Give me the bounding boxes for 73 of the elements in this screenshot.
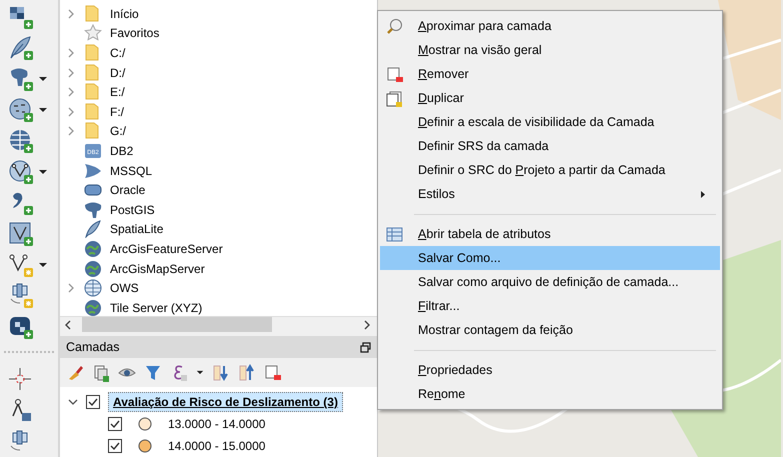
menu-item[interactable]: Salvar como arquivo de definição de camada... xyxy=(380,270,720,294)
checker-plus-icon[interactable] xyxy=(8,314,34,340)
menu-item[interactable]: Duplicar xyxy=(380,86,720,110)
elephant-icon xyxy=(84,200,102,219)
globe-plus-icon[interactable] xyxy=(8,159,34,186)
pipe-star-icon[interactable] xyxy=(8,283,34,310)
grid-plus-icon[interactable] xyxy=(8,4,34,30)
browser-item[interactable]: PostGIS xyxy=(110,200,155,219)
crosshair-icon[interactable] xyxy=(8,366,34,393)
scrollbar-thumb[interactable] xyxy=(82,317,272,332)
dropdown-arrow-icon[interactable] xyxy=(196,370,204,376)
legend-label: 13.0000 - 14.0000 xyxy=(168,416,266,433)
menu-item[interactable]: Definir o SRC do Projeto a partir da Camada xyxy=(380,158,720,182)
zoom-icon xyxy=(386,18,403,35)
globe-icon xyxy=(84,279,102,298)
float-window-icon[interactable] xyxy=(360,342,371,353)
browser-item[interactable]: DB2 xyxy=(110,142,134,160)
browser-item[interactable]: D:/ xyxy=(110,64,126,82)
duplicate-icon xyxy=(386,90,403,107)
browser-item[interactable]: Início xyxy=(110,4,139,23)
browser-item[interactable]: Oracle xyxy=(110,181,146,200)
menu-item[interactable]: Renome xyxy=(380,382,720,406)
table-icon xyxy=(386,226,403,243)
dropdown-arrow-icon[interactable] xyxy=(38,76,48,82)
menu-item[interactable]: Propriedades xyxy=(380,358,720,382)
vertex-star-icon[interactable] xyxy=(8,252,34,278)
earth-icon xyxy=(84,240,102,258)
menu-item[interactable]: Aproximar para camada xyxy=(380,14,720,38)
remove-icon[interactable] xyxy=(264,364,282,382)
menu-item[interactable]: Remover xyxy=(380,62,720,86)
menu-item[interactable]: Filtrar... xyxy=(380,294,720,318)
dropdown-arrow-icon[interactable] xyxy=(38,107,48,114)
menu-item[interactable]: Abrir tabela de atributos xyxy=(380,222,720,246)
remove-icon xyxy=(386,66,403,83)
elephant-plus-icon[interactable] xyxy=(8,66,34,92)
earth-icon xyxy=(84,298,102,316)
browser-item[interactable]: Favoritos xyxy=(110,24,160,42)
filter-icon[interactable] xyxy=(144,364,162,382)
feather-icon xyxy=(84,220,102,238)
menu-item[interactable]: Definir SRS da camada xyxy=(380,134,720,158)
browser-item[interactable]: Tile Server (XYZ) xyxy=(110,298,202,316)
sort-up-icon[interactable] xyxy=(238,364,256,382)
checkbox[interactable] xyxy=(108,417,122,431)
browser-item[interactable]: F:/ xyxy=(110,102,124,121)
browser-item[interactable]: ArcGisMapServer xyxy=(110,260,205,278)
menu-item[interactable]: Salvar Como... xyxy=(380,246,720,270)
submenu-arrow-icon xyxy=(700,190,706,199)
vertex-plus-icon[interactable] xyxy=(8,221,34,248)
browser-item[interactable]: OWS xyxy=(110,279,139,298)
star-icon xyxy=(84,24,102,42)
checkbox[interactable] xyxy=(108,439,122,453)
checkbox[interactable] xyxy=(86,395,100,409)
sort-down-icon[interactable] xyxy=(212,364,230,382)
browser-item[interactable]: E:/ xyxy=(110,83,125,102)
dropdown-arrow-icon[interactable] xyxy=(38,262,48,268)
menu-item[interactable]: Definir a escala de visibilidade da Camada xyxy=(380,110,720,134)
globe-plus-icon[interactable] xyxy=(8,97,34,124)
panel-title: Camadas xyxy=(66,338,120,356)
dropdown-arrow-icon[interactable] xyxy=(38,169,48,176)
legend-label: 14.0000 - 15.0000 xyxy=(168,438,266,455)
browser-item[interactable]: G:/ xyxy=(110,122,126,140)
browser-item[interactable]: MSSQL xyxy=(110,162,152,180)
menu-item[interactable]: Estilos xyxy=(380,182,720,206)
copy-plus-icon[interactable] xyxy=(92,364,110,382)
feather-plus-icon[interactable] xyxy=(8,35,34,62)
browser-item[interactable]: SpatiaLite xyxy=(110,220,164,238)
layer-name[interactable]: Avaliação de Risco de Deslizamento (3) xyxy=(108,392,343,412)
sail-icon xyxy=(84,162,102,180)
browser-item[interactable]: C:/ xyxy=(110,44,126,62)
earth-icon xyxy=(84,260,102,278)
browser-item[interactable]: ArcGisFeatureServer xyxy=(110,240,223,258)
menu-item[interactable]: Mostrar na visão geral xyxy=(380,38,720,62)
menu-item[interactable]: Mostrar contagem da feição xyxy=(380,318,720,342)
